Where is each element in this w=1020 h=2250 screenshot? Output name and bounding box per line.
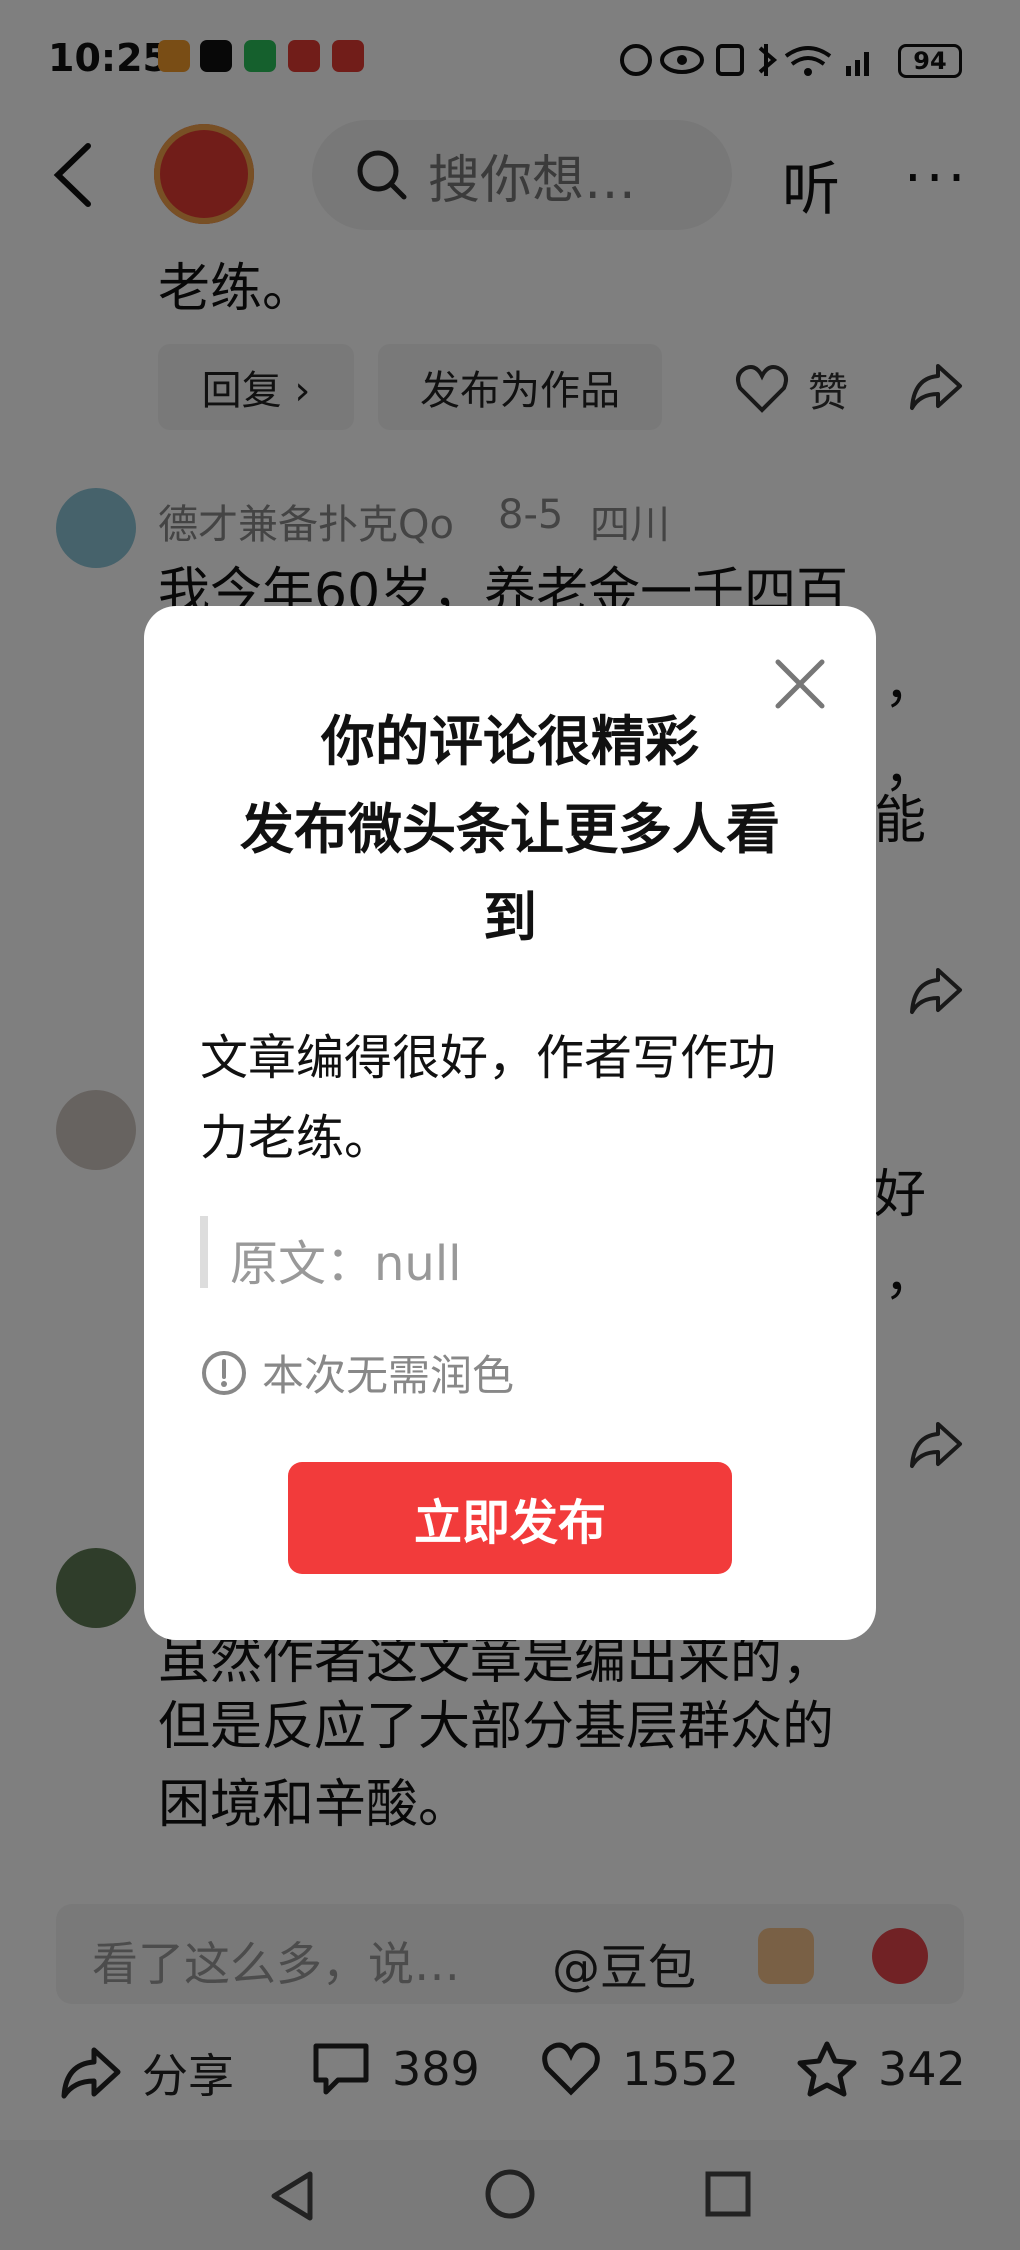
- nav-home-icon[interactable]: [484, 2168, 536, 2220]
- quote-bar: [200, 1216, 208, 1288]
- dialog-body-line: 力老练。: [200, 1110, 393, 1166]
- publish-dialog: 你的评论很精彩 发布微头条让更多人看 到 文章编得很好，作者写作功 力老练。 原…: [144, 606, 876, 1640]
- info-text: 本次无需润色: [262, 1351, 515, 1400]
- system-navigation-bar: [0, 2140, 1020, 2250]
- publish-now-button[interactable]: 立即发布: [288, 1462, 732, 1574]
- dialog-title-line: 你的评论很精彩: [321, 710, 699, 773]
- nav-back-icon[interactable]: [268, 2170, 318, 2222]
- nav-recents-icon[interactable]: [704, 2170, 752, 2218]
- dialog-title-line: 发布微头条让更多人看: [240, 798, 780, 861]
- dialog-comment-text: 文章编得很好，作者写作功 力老练。: [200, 1018, 832, 1178]
- dialog-title-line: 到: [483, 886, 537, 949]
- polish-info: 本次无需润色: [200, 1342, 514, 1403]
- original-text-label: 原文：null: [230, 1236, 462, 1292]
- info-icon: [202, 1350, 246, 1395]
- dialog-body-line: 文章编得很好，作者写作功: [200, 1030, 777, 1086]
